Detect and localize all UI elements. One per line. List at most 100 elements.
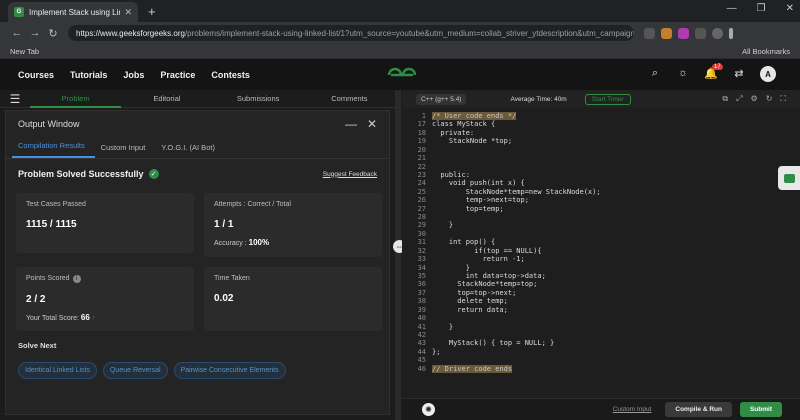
problem-pane: ☰ Problem Editorial Submissions Comments… [0,90,395,420]
extension-icon[interactable] [695,27,706,39]
custom-input-link[interactable]: Custom Input [613,406,652,413]
solve-next-chip[interactable]: Identical Linked Lists [18,362,97,379]
fullscreen-icon[interactable]: ⛶ [780,94,786,104]
language-select[interactable]: C++ (g++ 5.4) [416,93,467,105]
line-number: 44 [417,347,426,356]
gfg-logo-icon[interactable] [386,66,418,84]
code-editor[interactable]: 1 /* User code ends */ 17 class MyStack {18… [402,110,800,390]
forward-arrow-icon[interactable]: → [26,27,44,39]
info-icon[interactable]: i [72,275,81,283]
close-tab-icon[interactable]: ✕ [124,7,132,18]
nav-jobs[interactable]: Jobs [123,70,144,80]
tab-submissions[interactable]: Submissions [213,94,304,103]
code-line: }; [432,347,441,356]
translate-icon[interactable]: ⇄ [732,67,746,81]
notification-count: 17 [712,64,723,70]
tab-yogi-bot[interactable]: Y.O.G.I. (AI Bot) [155,143,225,158]
tab-editorial[interactable]: Editorial [121,94,212,103]
total-score-value: 66 [80,313,90,322]
browser-tabstrip: G Implement Stack using Linked L ✕ + — ❐… [0,0,800,22]
tab-comments[interactable]: Comments [304,94,395,103]
line-number: 25 [417,187,426,196]
line-number: 32 [417,246,426,255]
solve-next-chip[interactable]: Pairwise Consecutive Elements [173,362,286,379]
tab-compilation-results[interactable]: Compilation Results [12,141,95,158]
settings-icon[interactable]: ⚙ [751,94,758,104]
extension-icon[interactable] [661,27,672,39]
tab-problem[interactable]: Problem [30,90,122,108]
points-card: Points Scored i 2 / 2 Your Total Score: 6… [16,267,194,331]
code-line: } [432,263,470,272]
line-number: 39 [417,305,426,314]
line-number: 28 [417,213,426,222]
nav-contests[interactable]: Contests [211,70,250,80]
status-text: Problem Solved Successfully [18,169,144,179]
reset-icon[interactable]: ↻ [766,94,773,104]
average-time: Average Time: 40m [510,95,567,103]
code-line: StackNode*temp=new StackNode(x); [432,187,601,196]
maximize-button[interactable]: ❐ [757,3,766,14]
code-line: public: [432,170,470,179]
line-number: 1 [421,112,426,120]
line-number: 20 [417,145,426,154]
close-window-button[interactable]: ✕ [786,3,794,14]
compile-run-button[interactable]: Compile & Run [665,402,732,417]
line-number: 26 [417,196,426,205]
avatar[interactable]: A [760,66,776,82]
output-window-title: Output Window [18,119,80,129]
hamburger-menu-icon[interactable]: ☰ [0,92,30,106]
problem-tabs: ☰ Problem Editorial Submissions Comments [0,90,395,108]
nav-practice[interactable]: Practice [160,70,195,80]
output-tabs: Compilation Results Custom Input Y.O.G.I… [6,137,389,159]
extension-icon[interactable] [678,27,689,39]
url-domain: https://www.geeksforgeeks.org [76,28,185,38]
output-window-header: Output Window — ✕ [6,111,389,137]
bookmark-new-tab[interactable]: New Tab [10,47,39,56]
line-number: 31 [417,238,426,247]
attempts-card: Attempts : Correct / Total 1 / 1 Accurac… [204,193,382,257]
test-cases-label: Test Cases Passed [26,201,86,208]
minimize-output-icon[interactable]: — [345,117,357,131]
submit-button[interactable]: Submit [739,402,782,417]
solve-next-list: Identical Linked Lists Queue Reversal Pa… [18,362,286,379]
editor-footer: ✺ Custom Input Compile & Run Submit [402,398,800,420]
profile-icon[interactable] [712,27,723,39]
suggest-feedback-link[interactable]: Suggest Feedback [323,171,377,178]
code-line: top=top->next; [432,288,517,297]
minimize-button[interactable]: — [727,3,737,14]
code-line: top=temp; [432,204,504,213]
notification-bell-icon[interactable]: 🔔 17 [704,64,723,81]
accuracy-row: Accuracy : 100% [214,238,372,247]
check-circle-icon: ✓ [148,169,159,179]
url-field[interactable]: https://www.geeksforgeeks.org/problems/i… [68,25,634,41]
url-path: /problems/implement-stack-using-linked-l… [184,28,634,38]
line-number: 30 [417,229,426,238]
close-output-icon[interactable]: ✕ [367,117,377,131]
nav-tutorials[interactable]: Tutorials [70,70,107,80]
search-icon[interactable]: ⌕ [648,67,662,81]
menu-icon[interactable] [729,27,733,39]
chat-button[interactable] [778,166,800,190]
code-line: /* User code ends */ [432,112,517,121]
code-line: temp->next=top; [432,196,529,205]
reload-icon[interactable]: ↻ [44,27,62,40]
screen: G Implement Stack using Linked L ✕ + — ❐… [0,0,800,420]
tab-custom-input[interactable]: Custom Input [95,143,156,158]
nav-courses[interactable]: Courses [18,70,54,80]
bulb-icon[interactable]: ✺ [422,403,435,416]
code-line: return data; [432,305,508,314]
pane-divider[interactable] [395,90,401,420]
browser-tab[interactable]: G Implement Stack using Linked L ✕ [8,2,138,22]
line-number: 22 [417,162,426,171]
theme-toggle-icon[interactable]: ☼ [676,67,690,81]
extension-icon[interactable] [644,27,655,39]
code-line: } [432,322,454,331]
solve-next-chip[interactable]: Queue Reversal [102,362,168,379]
all-bookmarks[interactable]: All Bookmarks [742,47,790,56]
expand-icon[interactable]: ⤢ [736,94,742,104]
points-value: 2 / 2 [26,294,46,305]
start-timer-button[interactable]: Start Timer [584,93,631,105]
new-tab-button[interactable]: + [148,4,156,19]
copy-icon[interactable]: ⧉ [722,94,728,104]
back-arrow-icon[interactable]: ← [8,27,26,39]
